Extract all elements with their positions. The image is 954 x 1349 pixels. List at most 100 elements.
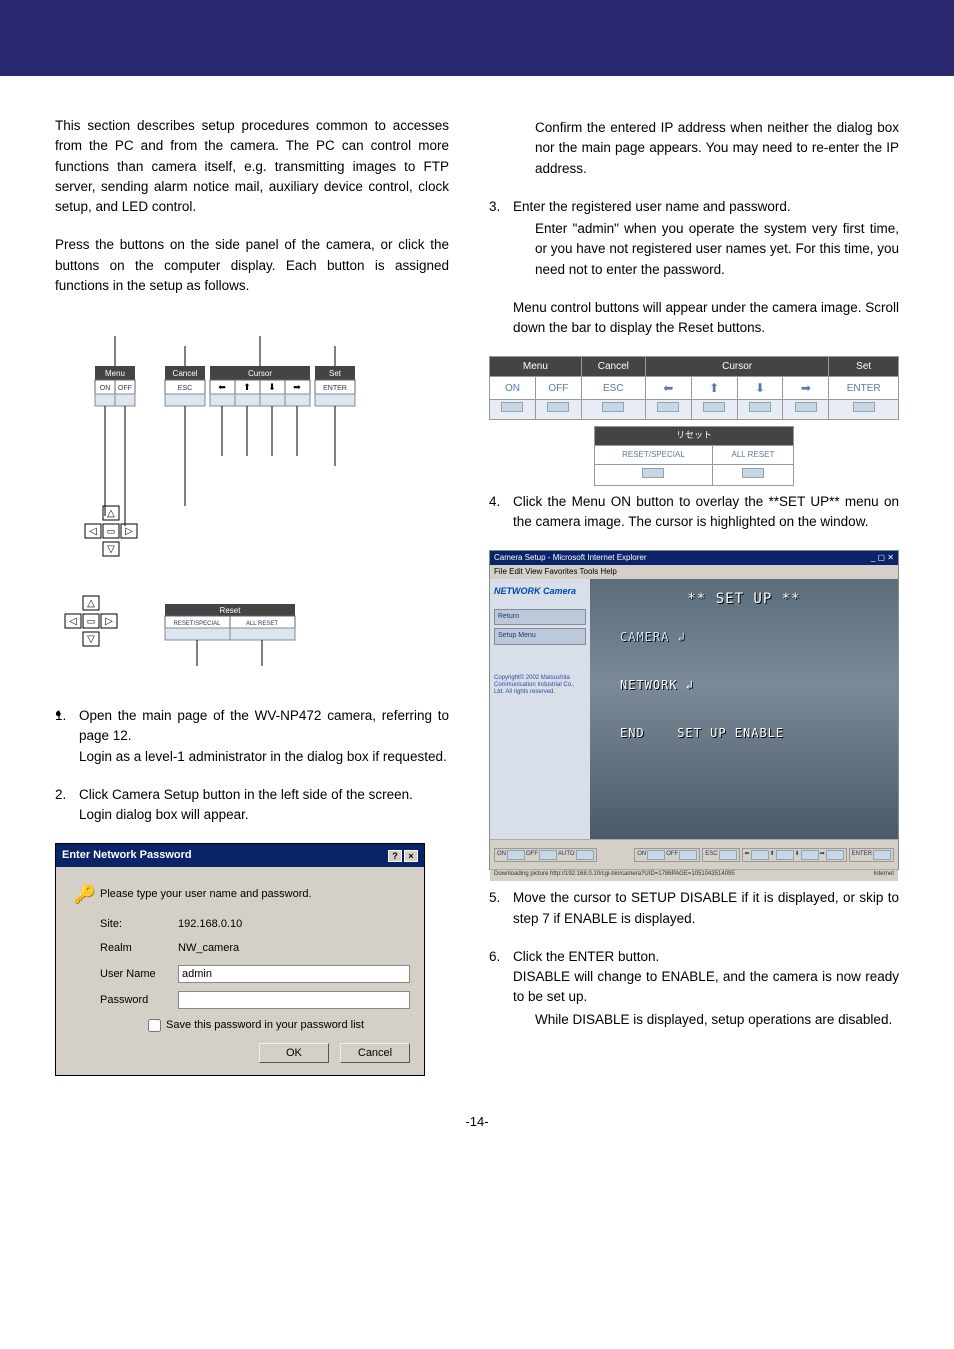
cell-esc[interactable]: ESC xyxy=(581,377,645,400)
daynight-group: ON OFF AUTO xyxy=(494,848,597,862)
svg-text:⬆: ⬆ xyxy=(243,382,251,392)
cell-enter[interactable]: ENTER xyxy=(829,377,899,400)
username-input[interactable] xyxy=(178,965,410,983)
reset-special[interactable]: RESET/SPECIAL xyxy=(595,445,713,464)
svg-text:Set: Set xyxy=(329,369,342,378)
copyright-text: Copyright© 2002 Matsushita Communication… xyxy=(494,675,586,697)
window-controls: _ ▢ ✕ xyxy=(871,552,894,564)
step-2-note: Login dialog box will appear. xyxy=(79,807,249,822)
close-icon[interactable]: × xyxy=(404,850,418,862)
svg-text:△: △ xyxy=(107,508,115,519)
setup-menu-button[interactable]: Setup Menu xyxy=(494,628,586,645)
login-dialog: Enter Network Password ? × 🔑 Please type… xyxy=(55,843,425,1076)
realm-value: NW_camera xyxy=(178,940,410,957)
osd-network: NETWORK ↲ xyxy=(620,676,888,694)
page-number: -14- xyxy=(0,1114,954,1129)
step-num-4: 4. xyxy=(489,492,513,533)
svg-text:ENTER: ENTER xyxy=(323,385,347,392)
ok-button[interactable]: OK xyxy=(259,1043,329,1063)
dialog-title: Enter Network Password xyxy=(62,847,192,864)
svg-text:▭: ▭ xyxy=(87,616,96,626)
save-password-label: Save this password in your password list xyxy=(166,1017,364,1034)
browser-screenshot: Camera Setup - Microsoft Internet Explor… xyxy=(489,550,899,870)
step-num-5: 5. xyxy=(489,888,513,929)
hdr-menu: Menu xyxy=(490,357,582,377)
status-left: Downloading picture http://192.168.0.10/… xyxy=(494,870,735,881)
key-icon: 🔑 xyxy=(70,881,100,908)
site-label: Site: xyxy=(100,916,178,933)
reset-control-bar: リセット RESET/SPECIAL ALL RESET xyxy=(594,426,794,486)
step-num-2: 2. xyxy=(55,785,79,826)
save-password-checkbox[interactable] xyxy=(148,1019,161,1032)
step-3: Enter the registered user name and passw… xyxy=(513,199,791,214)
svg-text:➡: ➡ xyxy=(293,382,301,392)
osd-title: ** SET UP ** xyxy=(600,589,888,610)
step-6-note: While DISABLE is displayed, setup operat… xyxy=(513,1010,899,1030)
step-3-note: Enter "admin" when you operate the syste… xyxy=(513,219,899,280)
intro-text: This section describes setup procedures … xyxy=(55,116,449,217)
svg-text:OFF: OFF xyxy=(118,385,132,392)
step-5: Move the cursor to SETUP DISABLE if it i… xyxy=(513,888,899,929)
svg-text:RESET/SPECIAL: RESET/SPECIAL xyxy=(173,621,221,627)
cancel-button[interactable]: Cancel xyxy=(340,1043,410,1063)
username-label: User Name xyxy=(100,966,178,983)
cell-off[interactable]: OFF xyxy=(535,377,581,400)
svg-text:Cancel: Cancel xyxy=(173,369,198,378)
arrow-up-icon[interactable]: ⬆ xyxy=(691,377,737,400)
arrow-down-icon[interactable]: ⬇ xyxy=(737,377,783,400)
step-4: Click the Menu ON button to overlay the … xyxy=(513,492,899,533)
ctrl-cursor[interactable]: ⬅⬆⬇➡ xyxy=(742,848,847,862)
hdr-cursor: Cursor xyxy=(645,357,829,377)
svg-text:▷: ▷ xyxy=(125,526,133,537)
hdr-cancel: Cancel xyxy=(581,357,645,377)
hdr-menu: Menu xyxy=(105,369,125,378)
step-num-6: 6. xyxy=(489,947,513,1030)
svg-text:ESC: ESC xyxy=(178,385,192,392)
arrow-right-icon[interactable]: ➡ xyxy=(783,377,829,400)
ctrl-set[interactable]: ENTER xyxy=(849,848,894,862)
step-1: Open the main page of the WV-NP472 camer… xyxy=(79,708,449,743)
svg-text:ALL RESET: ALL RESET xyxy=(246,621,278,627)
cell-on[interactable]: ON xyxy=(490,377,536,400)
svg-text:⬅: ⬅ xyxy=(218,382,226,392)
svg-text:ON: ON xyxy=(100,385,111,392)
svg-text:◁: ◁ xyxy=(69,616,77,627)
return-button[interactable]: Return xyxy=(494,609,586,626)
osd-camera: CAMERA ↲ xyxy=(620,628,888,646)
arrow-left-icon[interactable]: ⬅ xyxy=(645,377,691,400)
svg-text:▷: ▷ xyxy=(105,616,113,627)
svg-text:▽: ▽ xyxy=(87,634,95,645)
step-6a: DISABLE will change to ENABLE, and the c… xyxy=(513,969,899,1004)
svg-text:△: △ xyxy=(87,598,95,609)
ctrl-cancel[interactable]: ESC xyxy=(702,848,739,862)
password-input[interactable] xyxy=(178,991,410,1009)
browser-menubar: File Edit View Favorites Tools Help xyxy=(490,565,898,579)
window-title: Camera Setup - Microsoft Internet Explor… xyxy=(494,552,647,564)
ctrl-menu[interactable]: ONOFF xyxy=(634,848,700,862)
realm-label: Realm xyxy=(100,940,178,957)
menu-control-bar: Menu Cancel Cursor Set ON OFF ESC ⬅ ⬆ ⬇ … xyxy=(489,356,899,420)
side-panel-diagram: Menu Cancel Cursor Set ON OFF ESC ⬅ ⬆ ⬇ … xyxy=(55,316,375,576)
menu-buttons-note: Menu control buttons will appear under t… xyxy=(489,298,899,339)
step-num-3: 3. xyxy=(489,197,513,280)
osd-setup-enable: SET UP ENABLE xyxy=(677,726,784,740)
svg-text:Cursor: Cursor xyxy=(248,369,272,378)
step-2: Click Camera Setup button in the left si… xyxy=(79,787,413,802)
site-value: 192.168.0.10 xyxy=(178,916,410,933)
header-bar xyxy=(0,0,954,76)
svg-text:▭: ▭ xyxy=(107,526,116,536)
reset-diagram: ◁ △ ▭ ▷ ▽ Reset RESET/SPECIAL ALL RESET xyxy=(55,586,305,696)
svg-text:⬇: ⬇ xyxy=(268,382,276,392)
svg-text:▽: ▽ xyxy=(107,544,115,555)
help-icon[interactable]: ? xyxy=(388,850,402,862)
hdr-set: Set xyxy=(829,357,899,377)
osd-end: END xyxy=(620,726,645,740)
step-6: Click the ENTER button. xyxy=(513,949,659,964)
reset-header: リセット xyxy=(595,427,794,446)
right-column: Confirm the entered IP address when neit… xyxy=(489,116,899,1084)
svg-text:◁: ◁ xyxy=(89,526,97,537)
svg-text:Reset: Reset xyxy=(220,606,242,615)
all-reset[interactable]: ALL RESET xyxy=(712,445,793,464)
note-confirm-ip: Confirm the entered IP address when neit… xyxy=(489,118,899,179)
step-1-note: Login as a level-1 administrator in the … xyxy=(79,749,447,764)
